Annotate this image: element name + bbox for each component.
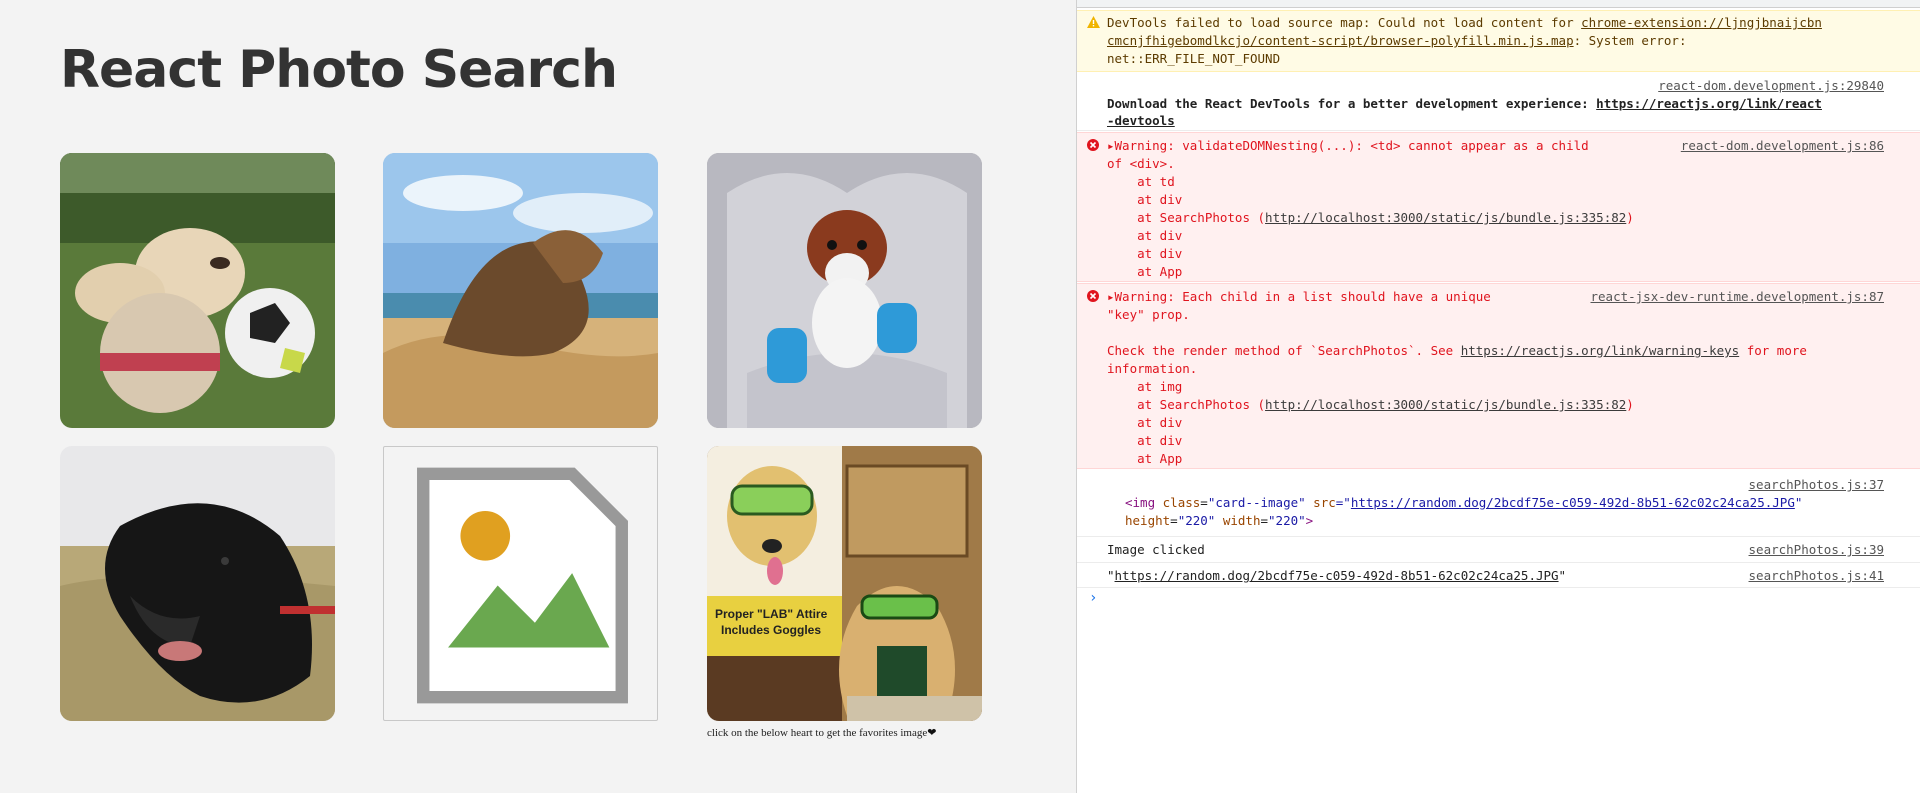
img-element-node[interactable]: <img class="card--image" src="https://ra… (1125, 494, 1802, 512)
warning-text: DevTools failed to load source map: Coul… (1107, 15, 1582, 30)
console-log: searchPhotos.js:41 "https://random.dog/2… (1077, 564, 1920, 588)
dog-photo (60, 153, 335, 428)
error-text: "key" prop. (1107, 307, 1190, 322)
image-url-link[interactable]: https://random.dog/2bcdf75e-c059-492d-8b… (1351, 495, 1795, 510)
source-link[interactable]: react-dom.development.js:29840 (1658, 77, 1884, 95)
hint-text: click on the below heart to get the favo… (707, 727, 928, 739)
warning-icon (1087, 16, 1100, 28)
stack-line: at div (1107, 433, 1183, 448)
sourcemap-link[interactable]: chrome-extension://ljngjbnaijcbn (1581, 15, 1822, 30)
console-prompt-icon[interactable]: › (1089, 590, 1097, 606)
console-error: react-dom.development.js:86 ▸Warning: va… (1077, 132, 1920, 282)
error-text: Warning: Each child in a list should hav… (1114, 289, 1491, 304)
photo-card[interactable]: Proper "LAB" Attire Includes Goggles (707, 446, 982, 721)
error-text: information. (1107, 361, 1198, 376)
log-text: Image clicked (1107, 542, 1205, 557)
source-link[interactable]: searchPhotos.js:37 (1749, 476, 1884, 494)
stack-line: at img (1107, 379, 1183, 394)
heart-icon[interactable]: ❤ (927, 727, 936, 739)
bundle-link[interactable]: http://localhost:3000/static/js/bundle.j… (1265, 397, 1626, 412)
stack-line: at div (1107, 415, 1183, 430)
console-warning: DevTools failed to load source map: Coul… (1077, 10, 1920, 72)
stack-line: at div (1107, 192, 1183, 207)
console-error: react-jsx-dev-runtime.development.js:87 … (1077, 283, 1920, 469)
warning-text: net::ERR_FILE_NOT_FOUND (1107, 51, 1281, 66)
devtools-link-cont[interactable]: -devtools (1107, 113, 1175, 128)
error-text: Warning: validateDOMNesting(...): <td> c… (1114, 138, 1589, 153)
favorites-hint: click on the below heart to get the favo… (707, 726, 936, 739)
poster-text-2: Includes Goggles (721, 623, 821, 637)
bundle-link[interactable]: http://localhost:3000/static/js/bundle.j… (1265, 210, 1626, 225)
log-text: Download the React DevTools for a better… (1107, 96, 1597, 111)
dog-photo (383, 153, 658, 428)
source-link[interactable]: searchPhotos.js:39 (1749, 541, 1884, 559)
error-icon (1087, 290, 1099, 302)
console-log: searchPhotos.js:37 <img class="card--ima… (1077, 470, 1920, 537)
app-page: React Photo Search Proper "LAB" Attire I… (0, 0, 1076, 793)
image-url-link[interactable]: https://random.dog/2bcdf75e-c059-492d-8b… (1115, 568, 1559, 583)
dog-photo (707, 153, 982, 428)
error-text: Check the render method of `SearchPhotos… (1107, 343, 1461, 358)
stack-line: at App (1107, 451, 1183, 466)
stack-line: at SearchPhotos ( (1107, 210, 1266, 225)
warning-text: : System error: (1573, 33, 1687, 48)
photo-card[interactable] (707, 153, 982, 428)
source-link[interactable]: react-jsx-dev-runtime.development.js:87 (1591, 288, 1885, 306)
sourcemap-link-cont[interactable]: cmcnjfhigebomdlkcjo/content-script/brows… (1107, 33, 1574, 48)
expand-triangle-icon[interactable]: ▸ (1107, 138, 1115, 153)
source-link[interactable]: searchPhotos.js:41 (1749, 567, 1884, 585)
photo-card[interactable] (60, 446, 335, 721)
error-icon (1087, 139, 1099, 151)
devtools-link[interactable]: https://reactjs.org/link/react (1596, 96, 1822, 111)
stack-line: at App (1107, 264, 1183, 279)
dog-photo (60, 446, 335, 721)
stack-line: at div (1107, 228, 1183, 243)
source-link[interactable]: react-dom.development.js:86 (1681, 137, 1884, 155)
poster-text-1: Proper "LAB" Attire (715, 607, 828, 621)
console-log: searchPhotos.js:39 Image clicked (1077, 538, 1920, 563)
dog-photo: Proper "LAB" Attire Includes Goggles (707, 446, 982, 721)
stack-line: at div (1107, 246, 1183, 261)
page-title: React Photo Search (60, 40, 618, 100)
expand-triangle-icon[interactable]: ▸ (1107, 289, 1115, 304)
devtools-console: DevTools failed to load source map: Coul… (1076, 0, 1920, 793)
broken-image-card[interactable] (383, 446, 658, 721)
photo-card[interactable] (383, 153, 658, 428)
console-toolbar (1077, 0, 1920, 8)
stack-line: at SearchPhotos ( (1107, 397, 1266, 412)
warning-keys-link[interactable]: https://reactjs.org/link/warning-keys (1461, 343, 1739, 358)
console-log: react-dom.development.js:29840 Download … (1077, 73, 1920, 131)
error-text: of <div>. (1107, 156, 1175, 171)
photo-card[interactable] (60, 153, 335, 428)
stack-line: at td (1107, 174, 1175, 189)
broken-image-icon (417, 467, 628, 704)
